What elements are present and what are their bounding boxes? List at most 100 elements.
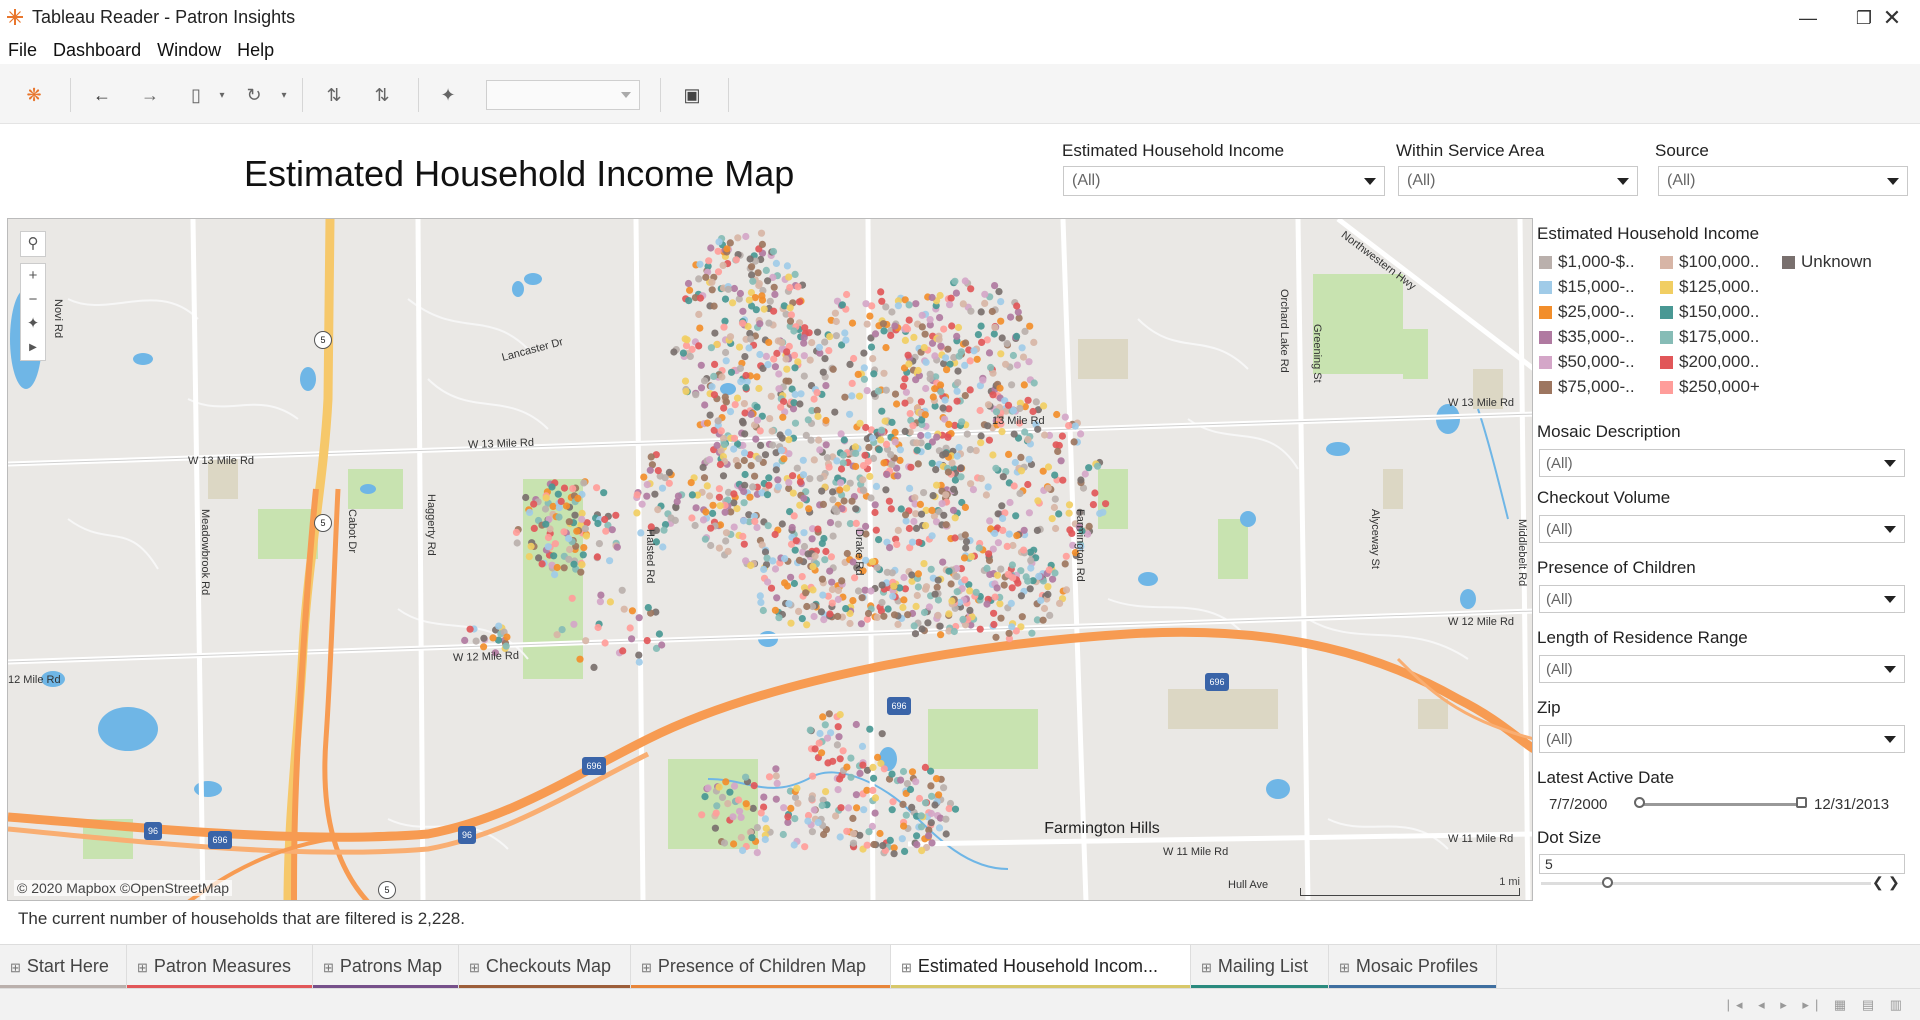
household-dot[interactable]	[828, 585, 837, 594]
household-dot[interactable]	[706, 411, 714, 419]
household-dot[interactable]	[809, 563, 817, 571]
household-dot[interactable]	[730, 782, 739, 790]
household-dot[interactable]	[967, 285, 975, 293]
household-dot[interactable]	[878, 297, 886, 305]
household-dot[interactable]	[767, 392, 775, 400]
household-dot[interactable]	[1044, 484, 1052, 492]
household-dot[interactable]	[785, 600, 793, 608]
household-dot[interactable]	[803, 621, 811, 629]
household-dot[interactable]	[977, 439, 985, 447]
household-dot[interactable]	[871, 794, 880, 802]
household-dot[interactable]	[1016, 404, 1024, 412]
household-dot[interactable]	[894, 526, 902, 534]
household-dot[interactable]	[837, 430, 845, 438]
refresh-icon[interactable]: ↻	[240, 81, 268, 109]
household-dot[interactable]	[722, 537, 730, 545]
household-dot[interactable]	[790, 841, 798, 849]
household-dot[interactable]	[1052, 524, 1060, 533]
household-dot[interactable]	[711, 824, 720, 832]
household-dot[interactable]	[834, 595, 842, 604]
tableau-home-icon[interactable]: ❋	[20, 81, 48, 109]
household-dot[interactable]	[542, 494, 550, 502]
household-dot[interactable]	[800, 529, 808, 537]
household-dot[interactable]	[975, 544, 983, 552]
household-dot[interactable]	[787, 573, 795, 581]
household-dot[interactable]	[852, 449, 860, 457]
household-dot[interactable]	[894, 302, 903, 310]
household-dot[interactable]	[896, 446, 905, 454]
household-dot[interactable]	[846, 410, 854, 418]
household-dot[interactable]	[942, 450, 950, 458]
household-dot[interactable]	[600, 489, 608, 497]
household-dot[interactable]	[908, 768, 917, 776]
household-dot[interactable]	[1009, 407, 1018, 415]
household-dot[interactable]	[703, 482, 711, 490]
household-dot[interactable]	[1020, 546, 1028, 554]
household-dot[interactable]	[740, 456, 748, 465]
household-dot[interactable]	[1025, 509, 1033, 517]
household-dot[interactable]	[740, 517, 748, 525]
household-dot[interactable]	[698, 811, 706, 819]
household-dot[interactable]	[558, 626, 566, 634]
household-dot[interactable]	[726, 788, 734, 796]
household-dot[interactable]	[784, 428, 793, 436]
household-dot[interactable]	[502, 642, 510, 650]
household-dot[interactable]	[873, 613, 881, 621]
household-dot[interactable]	[581, 525, 590, 533]
household-dot[interactable]	[778, 520, 786, 528]
household-dot[interactable]	[763, 491, 772, 499]
household-dot[interactable]	[840, 436, 848, 444]
household-dot[interactable]	[775, 370, 783, 378]
household-dot[interactable]	[777, 446, 786, 454]
household-dot[interactable]	[709, 509, 717, 517]
household-dot[interactable]	[795, 298, 804, 306]
household-dot[interactable]	[907, 463, 915, 471]
legend-item[interactable]: $100,000..	[1660, 252, 1759, 272]
household-dot[interactable]	[890, 850, 898, 858]
household-dot[interactable]	[966, 446, 974, 454]
household-dot[interactable]	[577, 568, 585, 576]
household-dot[interactable]	[554, 490, 562, 498]
household-dot[interactable]	[880, 327, 888, 335]
household-dot[interactable]	[899, 767, 908, 776]
household-dot[interactable]	[1017, 467, 1026, 475]
household-dot[interactable]	[1102, 500, 1110, 508]
household-dot[interactable]	[868, 558, 877, 566]
household-dot[interactable]	[934, 611, 942, 619]
household-dot[interactable]	[877, 436, 885, 444]
household-dot[interactable]	[891, 322, 899, 330]
household-dot[interactable]	[472, 637, 480, 645]
household-dot[interactable]	[939, 404, 947, 412]
household-dot[interactable]	[795, 556, 804, 564]
household-dot[interactable]	[900, 822, 908, 830]
household-dot[interactable]	[688, 491, 697, 499]
household-dot[interactable]	[560, 484, 569, 492]
household-dot[interactable]	[911, 630, 920, 638]
household-dot[interactable]	[1014, 308, 1022, 316]
household-dot[interactable]	[880, 612, 888, 620]
household-dot[interactable]	[707, 524, 715, 532]
household-dot[interactable]	[800, 372, 808, 380]
household-dot[interactable]	[807, 436, 815, 444]
household-dot[interactable]	[686, 352, 694, 360]
household-dot[interactable]	[918, 847, 926, 855]
household-dot[interactable]	[708, 278, 716, 286]
household-dot[interactable]	[859, 761, 867, 769]
household-dot[interactable]	[889, 592, 897, 600]
household-dot[interactable]	[757, 598, 765, 606]
household-dot[interactable]	[790, 512, 798, 520]
household-dot[interactable]	[860, 806, 868, 814]
household-dot[interactable]	[888, 308, 896, 316]
household-dot[interactable]	[757, 229, 766, 237]
household-dot[interactable]	[618, 586, 626, 594]
household-dot[interactable]	[887, 451, 895, 459]
household-dot[interactable]	[990, 620, 998, 629]
household-dot[interactable]	[989, 451, 997, 459]
household-dot[interactable]	[992, 464, 1000, 472]
household-dot[interactable]	[745, 344, 753, 352]
tab-patrons-map[interactable]: ⊞ Patrons Map	[313, 945, 459, 989]
household-dot[interactable]	[1035, 572, 1043, 580]
household-dot[interactable]	[684, 279, 693, 288]
household-dot[interactable]	[742, 232, 750, 241]
household-dot[interactable]	[710, 302, 718, 310]
